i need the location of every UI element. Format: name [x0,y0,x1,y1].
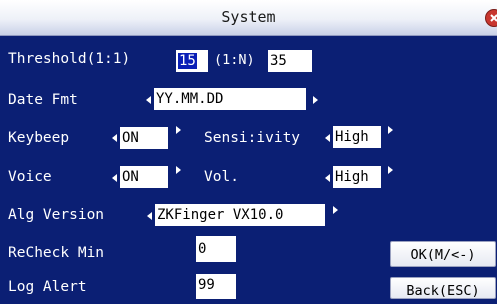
arrow-right-icon[interactable] [176,166,181,174]
arrow-left-icon[interactable] [325,174,330,182]
arrow-left-icon[interactable] [147,212,152,220]
arrow-right-icon[interactable] [176,126,181,134]
keybeep-label: Keybeep [8,130,70,146]
date-fmt-field[interactable]: YY.MM.DD [154,88,306,110]
sensitivity-field[interactable]: High [333,126,381,148]
arrow-right-icon[interactable] [313,96,318,104]
arrow-left-icon[interactable] [146,96,151,104]
threshold-1-1-field[interactable]: 15 [176,50,208,72]
title-bar: System [0,0,497,36]
ok-button[interactable]: OK(M/<-) [390,241,496,267]
recheck-min-label: ReCheck Min [8,245,105,261]
threshold-label: Threshold(1:1) [8,51,131,67]
vol-label: Vol. [204,169,239,185]
log-alert-label: Log Alert [8,279,87,295]
voice-label: Voice [8,169,52,185]
sensitivity-label: Sensi:ivity [204,130,301,146]
arrow-right-icon[interactable] [388,126,393,134]
keybeep-field[interactable]: ON [120,127,168,149]
close-icon[interactable] [485,9,497,27]
arrow-left-icon[interactable] [112,134,117,142]
arrow-right-icon[interactable] [333,206,338,214]
window-title: System [221,8,276,26]
threshold-1-n-label: (1:N) [214,52,255,68]
arrow-left-icon[interactable] [325,134,330,142]
vol-field[interactable]: High [333,166,381,188]
log-alert-field[interactable]: 99 [196,274,236,299]
alg-version-field[interactable]: ZKFinger VX10.0 [155,204,325,226]
recheck-min-field[interactable]: 0 [196,236,236,262]
arrow-right-icon[interactable] [388,166,393,174]
voice-field[interactable]: ON [120,166,168,188]
date-fmt-label: Date Fmt [8,92,78,108]
alg-version-label: Alg Version [8,207,105,223]
threshold-1-n-field[interactable]: 35 [268,50,312,72]
back-button[interactable]: Back(ESC) [390,277,496,299]
arrow-left-icon[interactable] [112,174,117,182]
